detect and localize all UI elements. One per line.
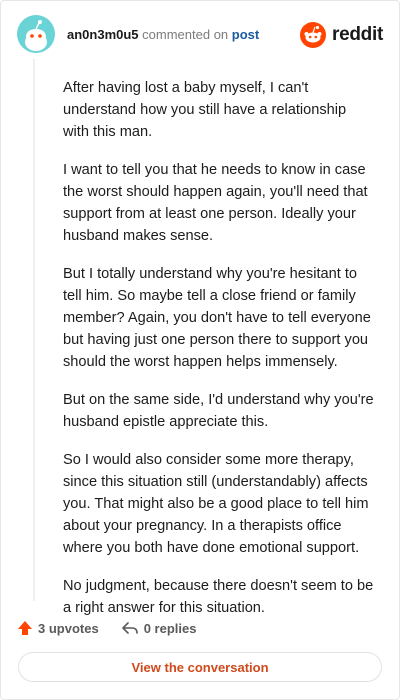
snoo-avatar-icon <box>25 20 47 51</box>
comment-footer: 3 upvotes 0 replies <box>17 617 218 639</box>
username[interactable]: an0n3m0u5 <box>67 27 139 42</box>
brand-wordmark: reddit <box>332 24 383 45</box>
comment-header: an0n3m0u5 commented on post reddit <box>17 15 383 55</box>
upvote-arrow-icon <box>18 621 32 635</box>
comment-thread-line: After having lost a baby myself, I can't… <box>33 59 379 616</box>
view-conversation-button[interactable]: View the conversation <box>18 652 382 682</box>
comment-paragraph: After having lost a baby myself, I can't… <box>63 80 347 140</box>
comment-body: After having lost a baby myself, I can't… <box>63 77 375 635</box>
comment-paragraph: No judgment, because there doesn't seem … <box>63 578 374 616</box>
reply-arrow-icon <box>121 622 138 634</box>
replies-button[interactable]: 0 replies <box>121 620 197 636</box>
comment-paragraph: So I would also consider some more thera… <box>63 452 369 556</box>
reddit-logo-icon <box>300 22 327 48</box>
comment-meta: an0n3m0u5 commented on post <box>67 27 259 42</box>
upvote-button[interactable]: 3 upvotes <box>17 620 99 636</box>
reply-count: 0 replies <box>143 620 197 636</box>
action-text: commented on <box>142 27 229 42</box>
comment-paragraph: But on the same side, I'd understand why… <box>63 392 374 430</box>
post-link[interactable]: post <box>232 27 259 42</box>
comment-paragraph: I want to tell you that he needs to know… <box>63 162 368 244</box>
reddit-brand[interactable]: reddit <box>300 21 383 49</box>
comment-card: an0n3m0u5 commented on post reddit After… <box>0 0 400 700</box>
upvote-count: 3 upvotes <box>38 620 99 636</box>
comment-paragraph: But I totally understand why you're hesi… <box>63 266 371 370</box>
avatar[interactable] <box>17 15 55 53</box>
